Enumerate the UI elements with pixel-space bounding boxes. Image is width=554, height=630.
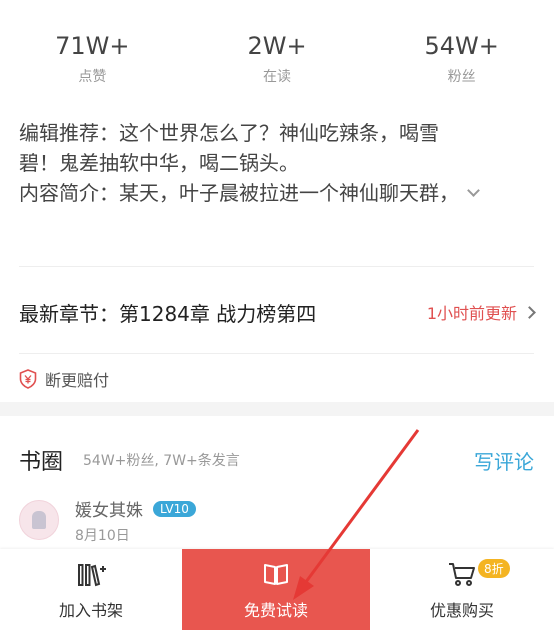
stat-reading: 2W+ 在读 xyxy=(185,30,370,90)
avatar[interactable] xyxy=(19,500,59,540)
chevron-right-icon xyxy=(523,305,536,319)
chapter-update-label: 1小时前更新 xyxy=(426,304,517,323)
write-comment-link[interactable]: 写评论 xyxy=(474,446,534,475)
stat-reading-label: 在读 xyxy=(263,69,291,85)
shopping-cart-icon xyxy=(449,562,475,586)
free-read-label: 免费试读 xyxy=(243,600,308,620)
chevron-down-icon[interactable] xyxy=(467,183,480,197)
intro-line[interactable]: 内容简介：某天，叶子晨被拉进一个神仙聊天群， xyxy=(19,178,534,208)
stat-fans: 54W+ 粉丝 xyxy=(369,30,554,90)
shield-yen-icon xyxy=(19,369,37,389)
discount-badge: 8折 xyxy=(478,559,510,578)
level-badge: LV10 xyxy=(153,500,196,517)
bookshelf-add-icon xyxy=(78,563,106,586)
add-to-shelf-label: 加入书架 xyxy=(58,600,123,620)
latest-chapter-row[interactable]: 最新章节：第1284章 战力榜第四 1小时前更新 xyxy=(19,290,536,334)
latest-chapter-title: 最新章节：第1284章 战力榜第四 xyxy=(19,301,317,326)
editor-recommend-line1: 编辑推荐：这个世界怎么了？神仙吃辣条，喝雪 xyxy=(19,121,439,145)
stat-fans-value: 54W+ xyxy=(424,32,499,60)
guarantee-label: 断更赔付 xyxy=(45,371,110,390)
stat-likes-label: 点赞 xyxy=(78,69,107,85)
book-circle-header: 书圈 54W+粉丝, 7W+条发言 写评论 xyxy=(19,440,534,480)
book-circle-title: 书圈 xyxy=(19,450,64,475)
comment-meta: 媛女其姝 LV10 8月10日 xyxy=(75,496,196,545)
divider xyxy=(19,353,534,354)
guarantee-row[interactable]: 断更赔付 xyxy=(19,366,109,392)
discount-buy-label: 优惠购买 xyxy=(429,600,494,620)
section-gap xyxy=(0,402,554,416)
stat-likes-value: 71W+ xyxy=(55,32,130,60)
book-open-icon xyxy=(264,563,288,585)
user-name[interactable]: 媛女其姝 xyxy=(75,496,143,521)
bottom-action-bar: 加入书架 免费试读 8折 优惠购买 xyxy=(0,549,554,630)
stat-fans-label: 粉丝 xyxy=(447,69,476,85)
user-name-row: 媛女其姝 LV10 xyxy=(75,496,196,521)
free-read-button[interactable]: 免费试读 xyxy=(182,549,370,630)
stats-row: 71W+ 点赞 2W+ 在读 54W+ 粉丝 xyxy=(0,30,554,90)
chapter-update-time[interactable]: 1小时前更新 xyxy=(426,300,536,324)
add-to-shelf-button[interactable]: 加入书架 xyxy=(0,549,182,630)
comment-date: 8月10日 xyxy=(75,528,130,544)
comment-item[interactable]: 媛女其姝 LV10 8月10日 xyxy=(19,496,196,546)
editor-recommend-line2: 碧！鬼差抽软中华，喝二锅头。 xyxy=(19,151,299,175)
stat-likes: 71W+ 点赞 xyxy=(0,30,185,90)
intro-text: 内容简介：某天，叶子晨被拉进一个神仙聊天群， xyxy=(19,181,459,205)
book-circle-subtitle: 54W+粉丝, 7W+条发言 xyxy=(83,453,240,469)
discount-buy-button[interactable]: 8折 优惠购买 xyxy=(370,549,554,630)
divider xyxy=(19,266,534,267)
book-description[interactable]: 编辑推荐：这个世界怎么了？神仙吃辣条，喝雪 碧！鬼差抽软中华，喝二锅头。 内容简… xyxy=(19,118,534,208)
stat-reading-value: 2W+ xyxy=(247,32,307,60)
